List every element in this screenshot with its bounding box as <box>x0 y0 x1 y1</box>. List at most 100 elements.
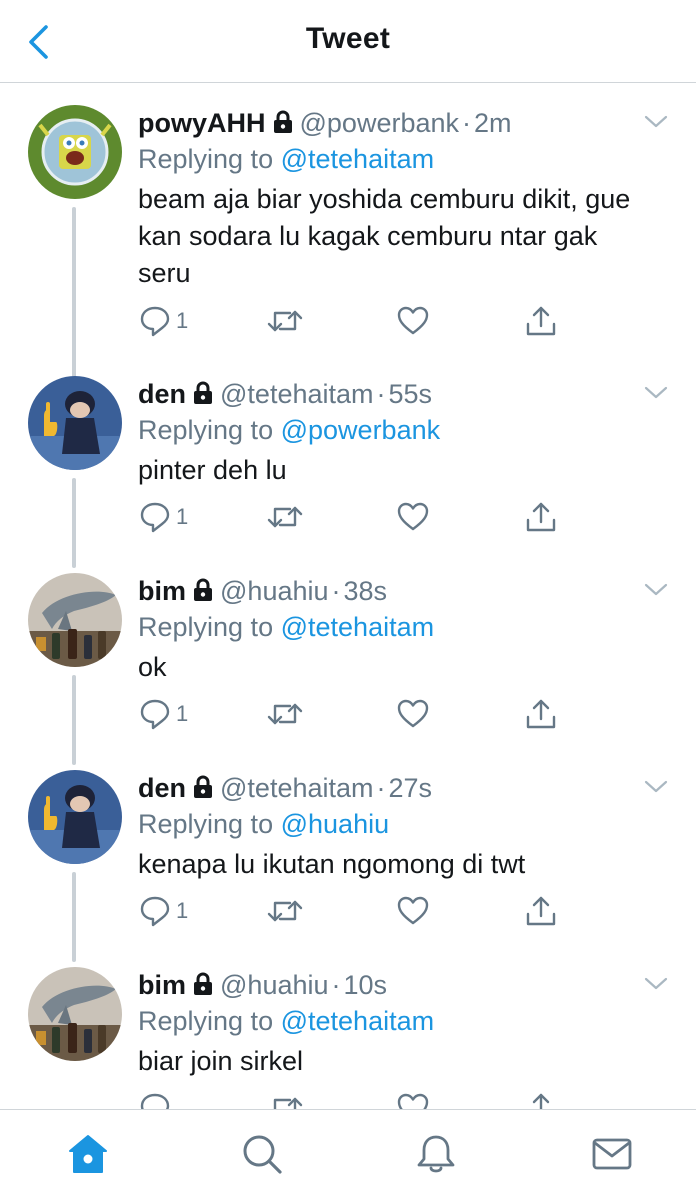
thread-connector <box>72 207 76 390</box>
tweet-actions <box>138 1091 568 1109</box>
lock-icon <box>272 107 294 143</box>
share-button[interactable] <box>524 1091 558 1109</box>
retweet-button[interactable] <box>266 500 306 534</box>
avatar[interactable] <box>28 573 122 667</box>
user-handle[interactable]: @huahiu <box>220 576 329 606</box>
heart-icon <box>397 896 429 925</box>
replying-to: Replying to @powerbank <box>138 412 440 448</box>
thread-connector <box>72 872 76 962</box>
tweet-text-line: kenapa lu ikutan ngomong di twt <box>138 849 526 879</box>
messages-icon <box>592 1138 632 1170</box>
retweet-button[interactable] <box>266 304 306 338</box>
avatar[interactable] <box>28 376 122 470</box>
display-name[interactable]: den <box>138 379 186 409</box>
tab-messages[interactable] <box>590 1132 634 1176</box>
user-handle[interactable]: @tetehaitam <box>220 773 373 803</box>
lock-icon <box>192 772 214 808</box>
tab-home[interactable] <box>66 1132 110 1176</box>
user-handle[interactable]: @tetehaitam <box>220 379 373 409</box>
more-options-button[interactable] <box>644 780 668 799</box>
avatar[interactable] <box>28 105 122 199</box>
more-options-button[interactable] <box>644 583 668 602</box>
tweet-header: bim @huahiu · 10s <box>138 967 387 1003</box>
anime-figure-avatar-icon <box>28 770 122 864</box>
tweet-item[interactable]: den @tetehaitam · 27s Replying to @huahiu k… <box>0 770 696 962</box>
more-options-button[interactable] <box>644 386 668 405</box>
tweet-text: pinter deh lu <box>138 452 678 489</box>
top-bar: Tweet <box>0 0 696 83</box>
tweet-text: ok <box>138 649 678 686</box>
reply-button[interactable]: 1 <box>138 500 198 534</box>
anime-figure-avatar-icon <box>28 376 122 470</box>
separator-dot: · <box>331 970 341 1000</box>
share-button[interactable] <box>524 697 558 731</box>
display-name[interactable]: powyAHH <box>138 108 266 138</box>
tab-search[interactable] <box>240 1132 284 1176</box>
like-button[interactable] <box>396 697 432 731</box>
tweet-item[interactable]: powyAHH @powerbank · 2m Replying to @teteha… <box>0 105 696 390</box>
timestamp: 55s <box>388 379 433 409</box>
like-button[interactable] <box>396 1091 432 1109</box>
replying-prefix: Replying to <box>138 809 274 839</box>
mention-link[interactable]: @powerbank <box>281 415 441 445</box>
more-options-button[interactable] <box>644 115 668 134</box>
timestamp: 2m <box>474 108 512 138</box>
user-handle[interactable]: @huahiu <box>220 970 329 1000</box>
tweet-text-line: biar join sirkel <box>138 1046 304 1076</box>
reply-button[interactable]: 1 <box>138 894 198 928</box>
mention-link[interactable]: @tetehaitam <box>281 1006 434 1036</box>
lock-icon <box>192 378 214 414</box>
retweet-icon <box>267 703 303 725</box>
share-button[interactable] <box>524 500 558 534</box>
reply-icon <box>140 306 170 337</box>
avatar[interactable] <box>28 967 122 1061</box>
like-button[interactable] <box>396 894 432 928</box>
user-handle[interactable]: @powerbank <box>300 108 460 138</box>
display-name[interactable]: bim <box>138 576 186 606</box>
tweet-text: beam aja biar yoshida cemburu dikit, gue… <box>138 181 678 292</box>
avatar[interactable] <box>28 770 122 864</box>
reply-button[interactable] <box>138 1091 198 1109</box>
tweet-item[interactable]: bim @huahiu · 10s Replying to @tetehaitam b… <box>0 967 696 1109</box>
heart-icon <box>397 1093 429 1109</box>
replying-to: Replying to @tetehaitam <box>138 609 434 645</box>
reply-button[interactable]: 1 <box>138 304 198 338</box>
tweet-text: kenapa lu ikutan ngomong di twt <box>138 846 678 883</box>
share-button[interactable] <box>524 304 558 338</box>
retweet-icon <box>267 310 303 332</box>
tweet-text-line: pinter deh lu <box>138 455 287 485</box>
reply-icon <box>140 502 170 533</box>
tweet-actions: 1 <box>138 894 568 928</box>
notifications-icon <box>417 1135 455 1173</box>
retweet-icon <box>267 506 303 528</box>
retweet-button[interactable] <box>266 894 306 928</box>
mention-link[interactable]: @tetehaitam <box>281 612 434 642</box>
shark-bottles-avatar-icon <box>28 967 122 1061</box>
display-name[interactable]: den <box>138 773 186 803</box>
mention-link[interactable]: @huahiu <box>281 809 390 839</box>
replying-to: Replying to @tetehaitam <box>138 141 434 177</box>
tweet-actions: 1 <box>138 500 568 534</box>
lock-icon <box>192 575 214 611</box>
reply-button[interactable]: 1 <box>138 697 198 731</box>
retweet-button[interactable] <box>266 1091 306 1109</box>
like-button[interactable] <box>396 304 432 338</box>
thread-feed[interactable]: powyAHH @powerbank · 2m Replying to @teteha… <box>0 83 696 1109</box>
tab-notifications[interactable] <box>414 1132 458 1176</box>
tweet-text-line: ok <box>138 652 167 682</box>
tweet-actions: 1 <box>138 697 568 731</box>
like-button[interactable] <box>396 500 432 534</box>
replying-prefix: Replying to <box>138 144 274 174</box>
tweet-item[interactable]: bim @huahiu · 38s Replying to @tetehaitam o… <box>0 573 696 765</box>
chevron-down-icon <box>644 780 668 793</box>
retweet-icon <box>273 1097 303 1109</box>
display-name[interactable]: bim <box>138 970 186 1000</box>
more-options-button[interactable] <box>644 977 668 996</box>
tweet-item[interactable]: den @tetehaitam · 55s Replying to @powerban… <box>0 376 696 568</box>
retweet-button[interactable] <box>266 697 306 731</box>
share-button[interactable] <box>524 894 558 928</box>
reply-icon <box>140 699 170 730</box>
mention-link[interactable]: @tetehaitam <box>281 144 434 174</box>
tweet-header: powyAHH @powerbank · 2m <box>138 105 512 141</box>
replying-prefix: Replying to <box>138 1006 274 1036</box>
